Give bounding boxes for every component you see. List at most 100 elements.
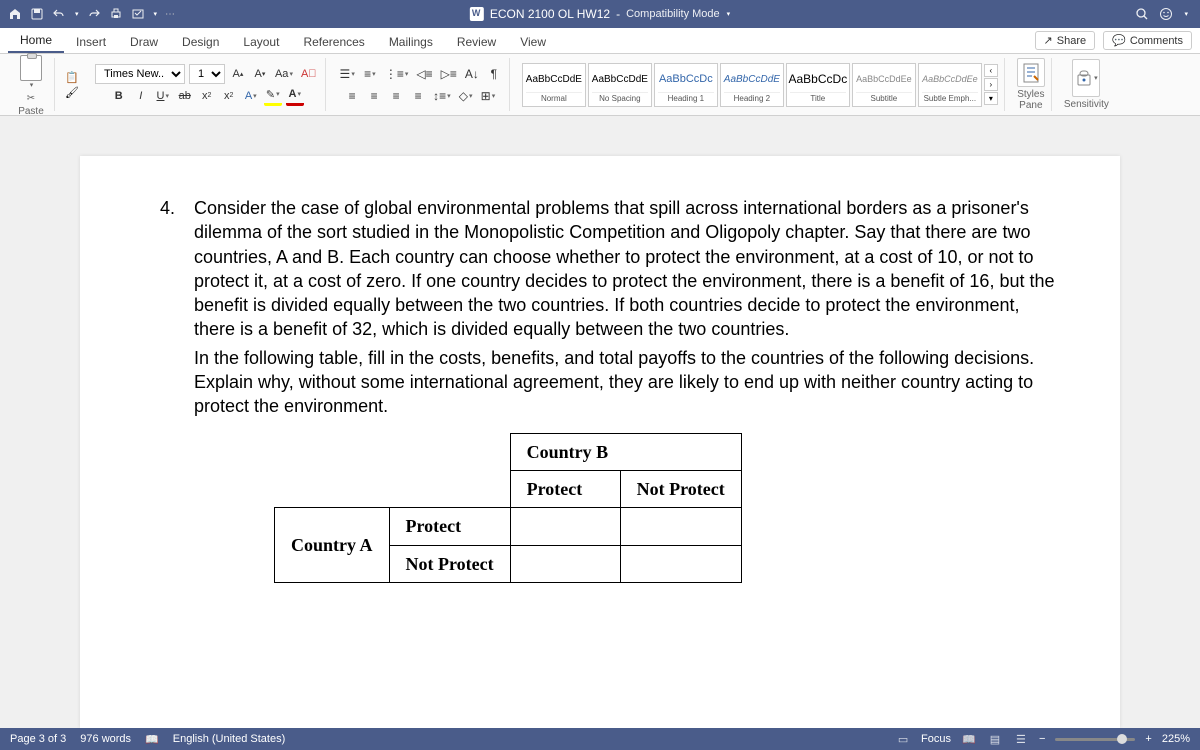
feedback-dropdown[interactable]: ▾	[1184, 10, 1188, 18]
text-effects-icon[interactable]: A▾	[242, 86, 260, 106]
question-number: 4.	[160, 196, 180, 583]
format-painter-icon[interactable]: 🖌	[65, 86, 79, 99]
highlight-icon[interactable]: ✎▾	[264, 86, 282, 106]
ribbon-tabs: Home Insert Draw Design Layout Reference…	[0, 28, 1200, 54]
copy-icon[interactable]: 📋	[65, 71, 79, 84]
bold-button[interactable]: B	[110, 86, 128, 106]
home-icon[interactable]	[8, 7, 22, 21]
language-indicator[interactable]: English (United States)	[173, 733, 286, 745]
title-dropdown[interactable]: ▾	[727, 10, 731, 18]
superscript-button[interactable]: x2	[220, 86, 238, 106]
tab-references[interactable]: References	[291, 30, 376, 53]
print-layout-icon[interactable]: ▤	[987, 732, 1003, 746]
share-button[interactable]: ↗Share	[1035, 31, 1096, 50]
word-count[interactable]: 976 words	[80, 733, 131, 745]
template-icon[interactable]	[131, 7, 145, 21]
comments-label: Comments	[1130, 35, 1183, 47]
tab-insert[interactable]: Insert	[64, 30, 118, 53]
print-icon[interactable]	[109, 7, 123, 21]
tab-draw[interactable]: Draw	[118, 30, 170, 53]
style-subtle-emph[interactable]: AaBbCcDdEeSubtle Emph...	[918, 63, 982, 107]
align-right-icon[interactable]: ≡	[387, 86, 405, 106]
change-case-icon[interactable]: Aa▾	[273, 64, 295, 84]
shading-icon[interactable]: ◇▾	[457, 86, 475, 106]
smiley-icon[interactable]	[1159, 7, 1173, 21]
font-size-select[interactable]: 12	[189, 64, 225, 84]
search-icon[interactable]	[1135, 7, 1149, 21]
tab-layout[interactable]: Layout	[231, 30, 291, 53]
styles-pane-button[interactable]	[1017, 58, 1045, 87]
align-center-icon[interactable]: ≡	[365, 86, 383, 106]
font-name-select[interactable]: Times New...	[95, 64, 185, 84]
zoom-level[interactable]: 225%	[1162, 733, 1190, 745]
page-indicator[interactable]: Page 3 of 3	[10, 733, 66, 745]
increase-font-icon[interactable]: A▴	[229, 64, 247, 84]
spellcheck-icon[interactable]: 📖	[145, 733, 159, 746]
paste-button[interactable]: ▾	[14, 53, 48, 91]
line-spacing-icon[interactable]: ↕≡▾	[431, 86, 453, 106]
zoom-out-button[interactable]: −	[1039, 733, 1045, 745]
strikethrough-button[interactable]: ab	[176, 86, 194, 106]
statusbar: Page 3 of 3 976 words 📖 English (United …	[0, 728, 1200, 750]
sensitivity-group: ▾ Sensitivity	[1058, 58, 1115, 111]
style-subtitle[interactable]: AaBbCcDdEeSubtitle	[852, 63, 916, 107]
save-icon[interactable]	[30, 7, 44, 21]
font-color-icon[interactable]: A▾	[286, 86, 304, 106]
sensitivity-label: Sensitivity	[1064, 99, 1109, 110]
decrease-font-icon[interactable]: A▾	[251, 64, 269, 84]
redo-icon[interactable]	[87, 7, 101, 21]
focus-label[interactable]: Focus	[921, 733, 951, 745]
indent-decrease-icon[interactable]: ◁≡	[414, 64, 434, 84]
style-heading2[interactable]: AaBbCcDdEHeading 2	[720, 63, 784, 107]
borders-icon[interactable]: ⊞▾	[479, 86, 498, 106]
document-area[interactable]: 4. Consider the case of global environme…	[0, 116, 1200, 728]
styles-group: AaBbCcDdENormal AaBbCcDdENo Spacing AaBb…	[516, 58, 1005, 111]
multilevel-icon[interactable]: ⋮≡▾	[383, 64, 411, 84]
tab-review[interactable]: Review	[445, 30, 508, 53]
share-label: Share	[1057, 35, 1086, 47]
focus-mode-icon[interactable]: ▭	[895, 732, 911, 746]
col-header-country-b: Country B	[510, 433, 741, 470]
tab-view[interactable]: View	[508, 30, 558, 53]
style-title[interactable]: AaBbCcDcTitle	[786, 63, 850, 107]
cell-np[interactable]	[510, 545, 620, 582]
align-left-icon[interactable]: ≡	[343, 86, 361, 106]
styles-pane-label: Styles Pane	[1017, 89, 1044, 111]
sort-icon[interactable]: A↓	[463, 64, 481, 84]
style-normal[interactable]: AaBbCcDdENormal	[522, 63, 586, 107]
clear-format-icon[interactable]: A⃠	[299, 64, 319, 84]
read-mode-icon[interactable]: 📖	[961, 732, 977, 746]
undo-icon[interactable]	[52, 7, 66, 21]
underline-button[interactable]: U▾	[154, 86, 172, 106]
word-app-icon	[470, 7, 484, 21]
qat-dropdown[interactable]: ▾	[154, 10, 158, 18]
web-layout-icon[interactable]: ☰	[1013, 732, 1029, 746]
row-protect: Protect	[389, 508, 510, 545]
style-no-spacing[interactable]: AaBbCcDdENo Spacing	[588, 63, 652, 107]
style-heading1[interactable]: AaBbCcDcHeading 1	[654, 63, 718, 107]
indent-increase-icon[interactable]: ▷≡	[439, 64, 459, 84]
cut-icon[interactable]: ✂	[27, 93, 35, 104]
page[interactable]: 4. Consider the case of global environme…	[80, 156, 1120, 728]
subscript-button[interactable]: x2	[198, 86, 216, 106]
tab-home[interactable]: Home	[8, 28, 64, 53]
cell-pn[interactable]	[620, 508, 741, 545]
cell-nn[interactable]	[620, 545, 741, 582]
paragraph-group: ☰▾ ≡▾ ⋮≡▾ ◁≡ ▷≡ A↓ ¶ ≡ ≡ ≡ ≡ ↕≡▾ ◇▾ ⊞▾	[332, 58, 510, 111]
zoom-slider[interactable]	[1055, 738, 1135, 741]
tab-mailings[interactable]: Mailings	[377, 30, 445, 53]
undo-dropdown[interactable]: ▾	[75, 10, 79, 18]
qat-customize[interactable]: ⋯	[165, 9, 175, 20]
cell-pp[interactable]	[510, 508, 620, 545]
zoom-in-button[interactable]: +	[1145, 733, 1151, 745]
show-marks-icon[interactable]: ¶	[485, 64, 503, 84]
col-not-protect: Not Protect	[620, 470, 741, 507]
styles-gallery-nav[interactable]: ‹›▾	[984, 63, 998, 107]
italic-button[interactable]: I	[132, 86, 150, 106]
tab-design[interactable]: Design	[170, 30, 231, 53]
justify-icon[interactable]: ≡	[409, 86, 427, 106]
comments-button[interactable]: 💬Comments	[1103, 31, 1192, 50]
sensitivity-button[interactable]: ▾	[1072, 59, 1100, 97]
numbering-icon[interactable]: ≡▾	[361, 64, 379, 84]
bullets-icon[interactable]: ☰▾	[338, 64, 357, 84]
